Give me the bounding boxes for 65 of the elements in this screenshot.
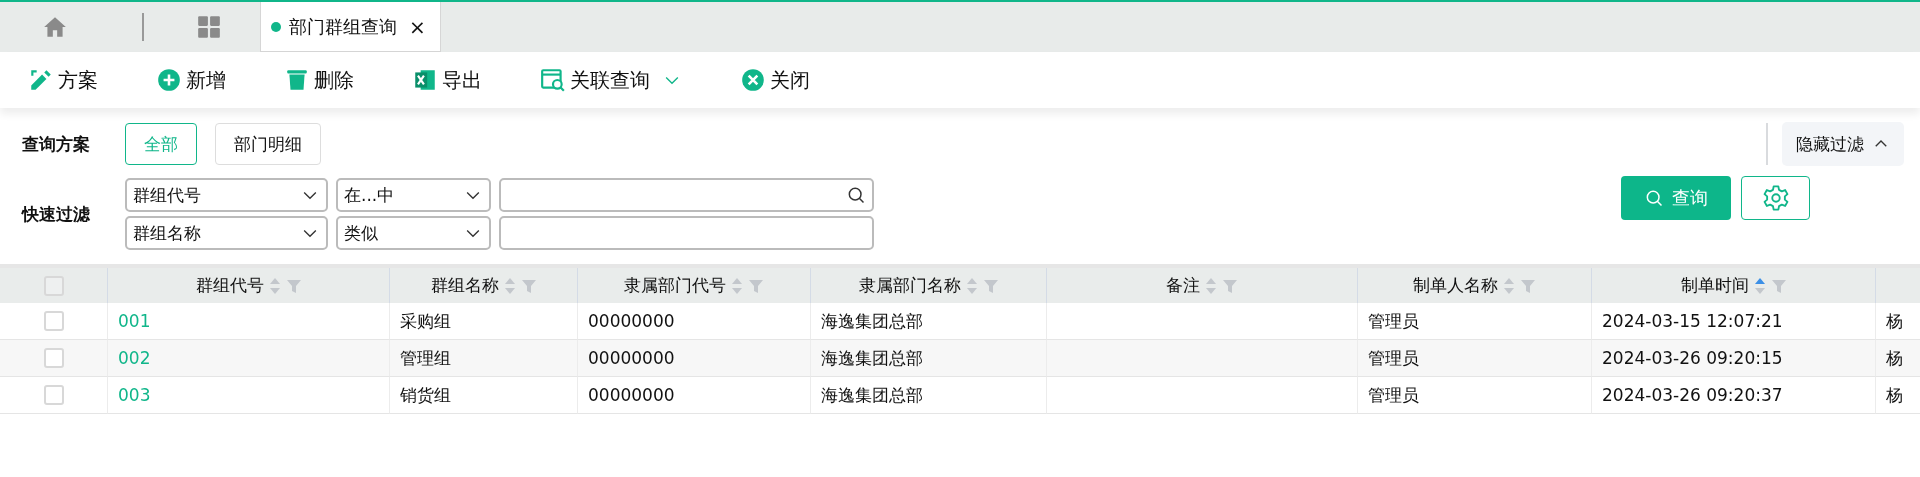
filter-icon[interactable] (1770, 277, 1787, 294)
table-cell: 00000000 (578, 303, 811, 340)
operator-dropdown[interactable]: 类似 (336, 216, 491, 250)
spreadsheet-icon (412, 67, 438, 93)
toolbar-button[interactable]: 删除 (284, 66, 354, 94)
field-dropdown[interactable]: 群组代号 (125, 178, 328, 212)
settings-button[interactable] (1741, 176, 1810, 220)
table-cell: 海逸集团总部 (811, 340, 1047, 377)
filter-label: 查询方案 (22, 132, 91, 156)
field-dropdown[interactable]: 群组名称 (125, 216, 328, 250)
column-header-label[interactable]: 备注 (1166, 274, 1200, 297)
grid-icon[interactable] (196, 14, 222, 40)
close-circle-icon (740, 67, 766, 93)
table-cell: 海逸集团总部 (811, 303, 1047, 340)
column-header-label[interactable]: 群组代号 (195, 274, 264, 297)
window-search-icon (540, 67, 566, 93)
toolbar-button[interactable]: 新增 (156, 66, 226, 94)
filter-icon[interactable] (982, 277, 999, 294)
tab-label[interactable]: 部门群组查询 (289, 14, 397, 39)
column-header-label[interactable]: 隶属部门代号 (624, 274, 726, 297)
trash-icon (284, 67, 310, 93)
filter-icon[interactable] (1222, 277, 1238, 294)
column-header-label[interactable]: 群组名称 (430, 274, 499, 297)
row-checkbox[interactable] (43, 385, 64, 405)
table-cell: 管理员 (1358, 377, 1592, 414)
plus-circle-icon (156, 67, 182, 93)
filter-icon[interactable] (1520, 277, 1536, 294)
table-cell: 00000000 (578, 340, 811, 377)
table-cell: 销货组 (390, 377, 578, 414)
table-cell: 管理员 (1358, 340, 1592, 377)
input-field[interactable] (499, 178, 874, 212)
table-cell: 2024-03-15 12:07:21 (1592, 303, 1876, 340)
table-cell: 00000000 (578, 377, 811, 414)
scheme-tab[interactable]: 部门明细 (215, 123, 321, 165)
search-icon[interactable] (846, 185, 866, 205)
search-icon (1644, 188, 1664, 208)
table-cell: 2024-03-26 09:20:15 (1592, 340, 1876, 377)
table-cell: 管理员 (1358, 303, 1592, 340)
table-cell: 2024-03-26 09:20:37 (1592, 377, 1876, 414)
filter-icon[interactable] (520, 277, 537, 294)
table-cell: 杨 (1876, 340, 1920, 377)
row-checkbox[interactable] (43, 348, 64, 368)
edit-icon (28, 67, 54, 93)
table-cell: 采购组 (390, 303, 578, 340)
toolbar-button[interactable]: 关闭 (740, 66, 810, 94)
table-cell: 海逸集团总部 (811, 377, 1047, 414)
select-all-checkbox[interactable] (43, 275, 64, 296)
toolbar-button[interactable]: 方案 (28, 66, 98, 94)
table-cell: 管理组 (390, 340, 578, 377)
tab[interactable]: 部门群组查询 × (260, 2, 441, 52)
toolbar-button[interactable]: 导出 (412, 66, 482, 94)
filter-label: 快速过滤 (22, 202, 91, 226)
settings-icon (1761, 184, 1790, 212)
column-header-label[interactable]: 制单时间 (1680, 274, 1749, 297)
active-dot (271, 21, 281, 32)
toolbar-button[interactable]: 关联查询 (540, 66, 682, 94)
filter-icon[interactable] (285, 277, 302, 294)
row-checkbox[interactable] (43, 311, 64, 331)
operator-dropdown[interactable]: 在...中 (336, 178, 491, 212)
hide-filter-button[interactable]: 隐藏过滤 (1782, 122, 1904, 166)
close-tab-button[interactable]: × (405, 14, 430, 39)
column-header-label[interactable]: 隶属部门名称 (858, 274, 961, 297)
filter-icon[interactable] (748, 277, 764, 294)
column-header-label[interactable]: 制单人名称 (1413, 274, 1498, 297)
input-field[interactable] (499, 216, 874, 250)
